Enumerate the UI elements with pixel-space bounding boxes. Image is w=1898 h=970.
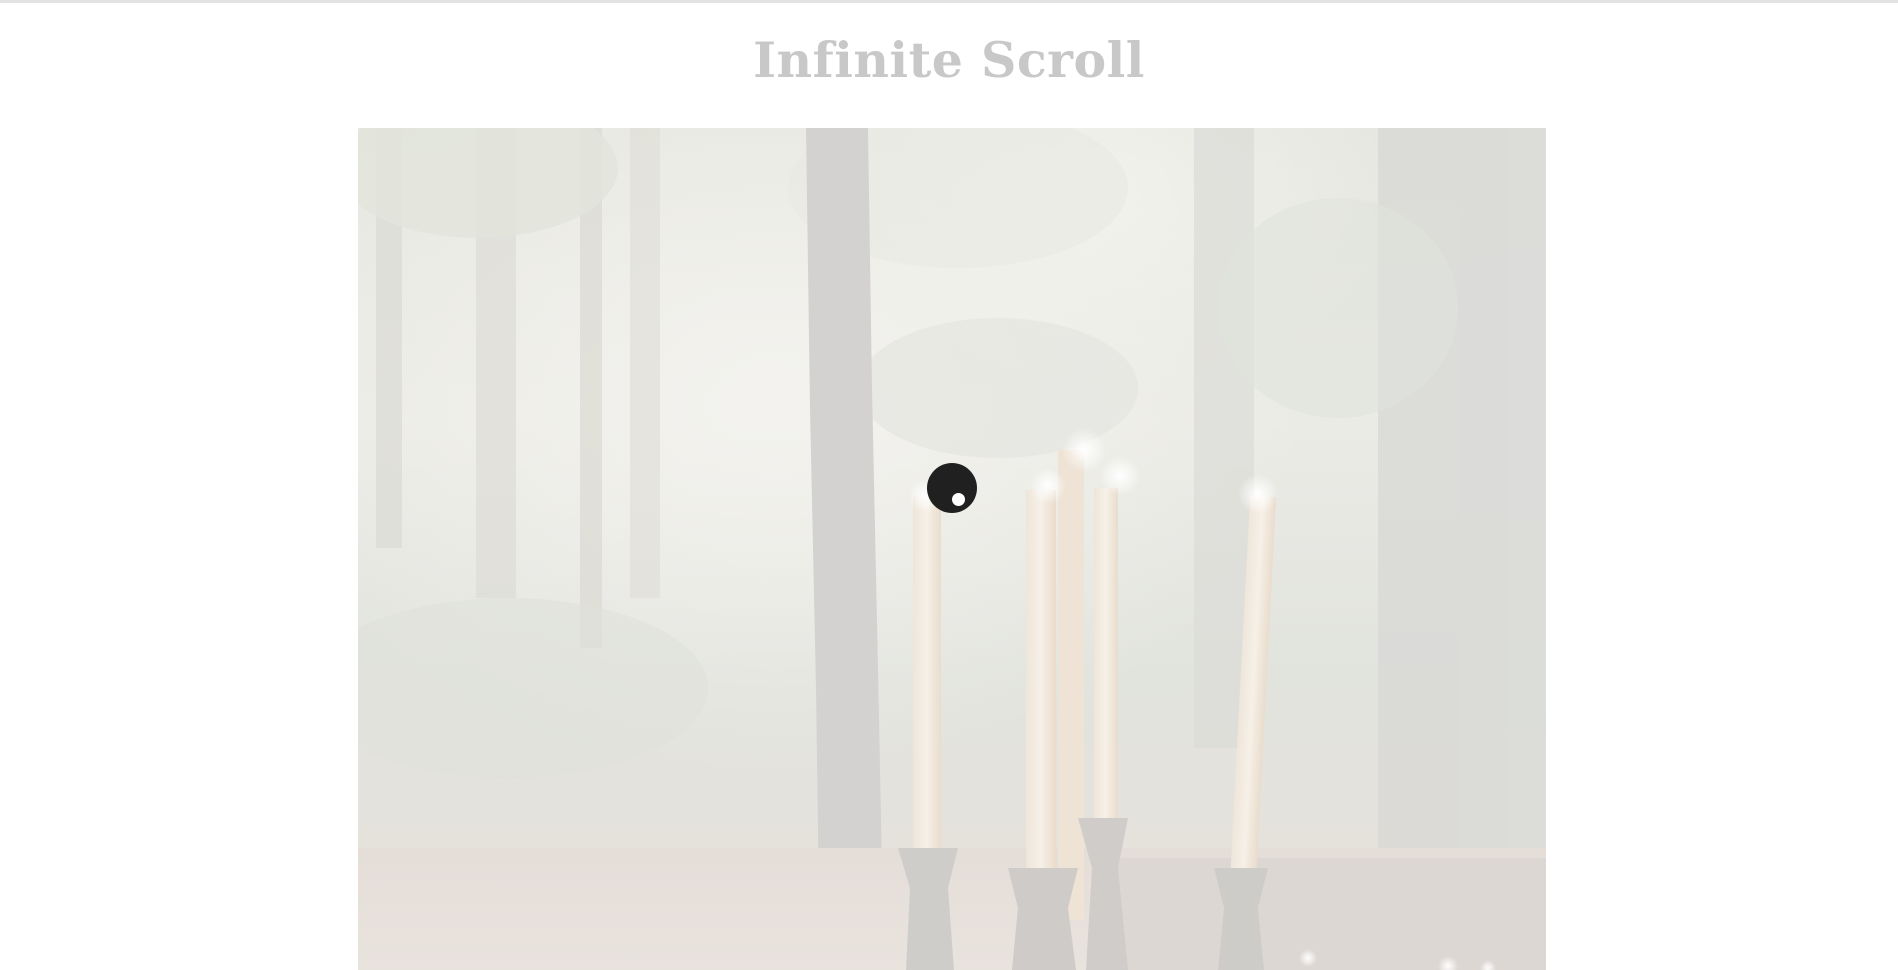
loading-spinner-dot: [952, 493, 965, 506]
feed-image-forest-candles: [358, 128, 1546, 970]
top-divider: [0, 0, 1898, 3]
image-feed[interactable]: [358, 128, 1546, 970]
infinite-scroll-page: Infinite Scroll: [0, 0, 1898, 970]
page-title: Infinite Scroll: [753, 31, 1145, 89]
loading-spinner-icon: [927, 463, 977, 513]
